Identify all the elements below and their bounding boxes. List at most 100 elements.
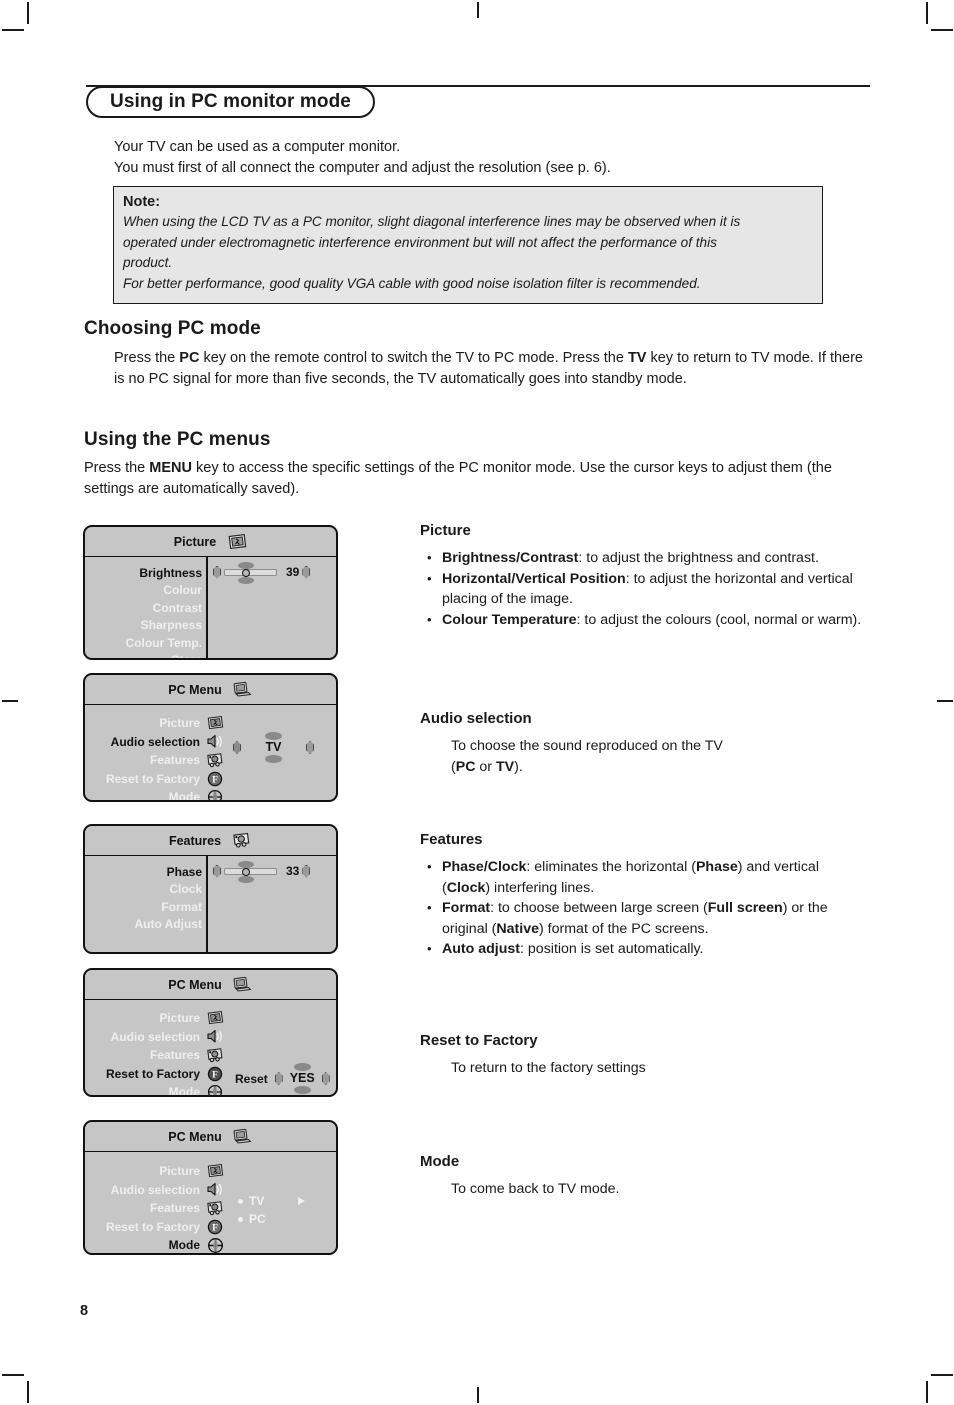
osd-item-label: Audio selection — [110, 1029, 200, 1044]
osd-pc-menu-mode[interactable]: PC Menu Picture Audio selection Features — [83, 1120, 338, 1255]
osd-features-menu[interactable]: Features Phase Clock Format Auto Adjust — [83, 824, 338, 954]
osd-picture-menu[interactable]: Picture Brightness Colour Contrast Sharp… — [83, 525, 338, 660]
osd-item-mode[interactable]: Mode — [85, 1236, 336, 1253]
using-key-menu: MENU — [149, 460, 192, 476]
osd-item-audio-selection[interactable]: Audio selection — [85, 1028, 336, 1047]
arrow-right-icon[interactable] — [298, 1197, 306, 1205]
osd-item-mode[interactable]: Mode — [85, 788, 336, 800]
cursor-left-icon[interactable] — [274, 1072, 283, 1085]
osd-pc-menu-audio[interactable]: PC Menu Picture Audio selection Features — [83, 673, 338, 802]
features-bullet-2-term: Format — [442, 900, 491, 916]
using-pc-menus-paragraph: Press the MENU key to access the specifi… — [84, 458, 849, 500]
globe-icon — [205, 1237, 225, 1253]
circled-f-icon: F — [205, 771, 225, 787]
brightness-slider[interactable]: 39 — [213, 561, 311, 584]
note-line-4: For better performance, good quality VGA… — [123, 275, 701, 291]
audio-line-2: (PC or TV). — [451, 757, 871, 778]
audio-selection-value-control[interactable]: TV — [233, 732, 314, 763]
slider-up-indicator — [238, 561, 254, 569]
bullet-icon — [238, 1198, 243, 1204]
features-bullets: Phase/Clock: eliminates the horizontal (… — [420, 857, 870, 960]
audio-key-tv: TV — [495, 758, 515, 775]
cursor-right-icon[interactable] — [302, 565, 311, 579]
bullet-icon — [238, 1216, 243, 1222]
osd-item-format[interactable]: Format — [85, 898, 336, 916]
mode-options-list[interactable]: TV PC — [238, 1192, 306, 1228]
mode-option-label: PC — [249, 1212, 266, 1226]
monitor-icon — [233, 1128, 253, 1145]
monitor-icon — [233, 976, 253, 993]
osd-item-auto-adjust[interactable]: Auto Adjust — [85, 916, 336, 934]
crop-mark-top-left-h — [2, 29, 24, 31]
osd-item-colour[interactable]: Colour — [85, 582, 336, 600]
stepper-up-icon[interactable] — [265, 732, 282, 740]
cursor-left-icon[interactable] — [233, 741, 241, 754]
cursor-left-icon[interactable] — [213, 565, 221, 579]
osd-item-contrast[interactable]: Contrast — [85, 599, 336, 617]
audio-selection-text: To choose the sound reproduced on the TV… — [451, 736, 871, 777]
osd-item-features[interactable]: Features — [85, 1046, 336, 1065]
slider-knob[interactable] — [242, 568, 250, 577]
osd-item-label: Features — [149, 1201, 200, 1216]
crop-mark-mid-right — [937, 700, 953, 702]
cursor-right-icon[interactable] — [302, 864, 311, 878]
crop-mark-top-right-h — [931, 29, 953, 31]
reset-value-control[interactable]: Reset YES — [235, 1063, 330, 1094]
picture-bullet-1-term: Brightness/Contrast — [442, 550, 579, 566]
picture-bullets: Brightness/Contrast: to adjust the brigh… — [420, 548, 866, 630]
features-bullet-3-text: : position is set automatically. — [520, 941, 704, 957]
using-text-c: key to access the specific settings of t… — [84, 460, 832, 497]
osd-item-store[interactable]: Store — [85, 652, 336, 658]
osd-item-label: Reset to Factory — [105, 771, 200, 786]
globe-icon — [205, 789, 225, 800]
osd-pc-menu-header: PC Menu — [85, 675, 336, 705]
phase-slider[interactable]: 33 — [213, 860, 311, 883]
crop-mark-bottom-center — [477, 1387, 479, 1403]
heading-mode: Mode — [420, 1153, 460, 1170]
crop-mark-top-left-v — [27, 2, 29, 24]
osd-pc-menu-reset[interactable]: PC Menu Picture Audio selection Features — [83, 968, 338, 1097]
osd-item-label: Auto Adjust — [134, 917, 202, 932]
cursor-right-icon[interactable] — [321, 1072, 330, 1085]
osd-item-picture[interactable]: Picture — [85, 1009, 336, 1028]
value-stepper[interactable]: YES — [290, 1063, 315, 1094]
crop-mark-bottom-right-h — [931, 1374, 953, 1376]
osd-item-label: Sharpness — [140, 618, 202, 633]
features-icon — [232, 832, 252, 849]
svg-text:F: F — [212, 1070, 218, 1080]
picture-icon — [227, 533, 247, 550]
osd-item-clock[interactable]: Clock — [85, 881, 336, 899]
osd-picture-body: Brightness Colour Contrast Sharpness Col… — [85, 557, 336, 658]
features-b2-a: : to choose between large screen ( — [490, 900, 708, 916]
stepper-down-icon[interactable] — [265, 755, 282, 763]
speaker-icon — [205, 1182, 225, 1197]
slider-track[interactable] — [224, 860, 277, 883]
note-label: Note: — [123, 194, 161, 210]
osd-item-picture[interactable]: Picture — [85, 1162, 336, 1181]
osd-item-sharpness[interactable]: Sharpness — [85, 617, 336, 635]
mode-option-pc[interactable]: PC — [238, 1210, 305, 1228]
osd-item-reset-to-factory[interactable]: Reset to Factory F — [85, 770, 336, 789]
slider-track[interactable] — [224, 561, 277, 584]
mode-line-1: To come back to TV mode. — [451, 1181, 620, 1197]
osd-pc-menu-title: PC Menu — [168, 1129, 222, 1144]
osd-item-label: Audio selection — [110, 734, 200, 749]
cursor-right-icon[interactable] — [306, 741, 314, 754]
stepper-down-icon[interactable] — [293, 1086, 311, 1094]
slider-knob[interactable] — [242, 867, 250, 876]
cursor-left-icon[interactable] — [213, 864, 221, 878]
heading-reset-to-factory: Reset to Factory — [420, 1032, 538, 1049]
osd-item-label: Audio selection — [110, 1182, 200, 1197]
reset-value: YES — [289, 1071, 315, 1085]
crop-mark-top-right-v — [926, 2, 928, 24]
stepper-up-icon[interactable] — [293, 1063, 311, 1071]
osd-item-colour-temp[interactable]: Colour Temp. — [85, 634, 336, 652]
picture-icon — [205, 1164, 225, 1178]
value-stepper[interactable]: TV — [265, 732, 282, 763]
circled-f-icon: F — [205, 1066, 225, 1082]
osd-item-label: Picture — [159, 1011, 200, 1026]
heading-audio-selection: Audio selection — [420, 710, 532, 727]
osd-item-picture[interactable]: Picture — [85, 714, 336, 733]
mode-option-tv[interactable]: TV — [238, 1192, 306, 1210]
features-bullet-3-term: Auto adjust — [442, 941, 521, 957]
